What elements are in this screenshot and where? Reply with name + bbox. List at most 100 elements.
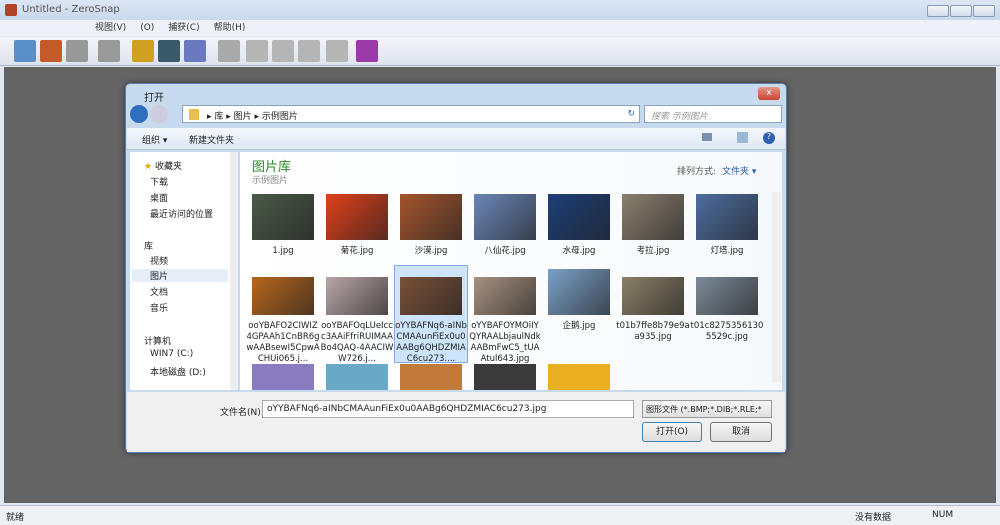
open-dialog: 打开 x ▸ 库 ▸ 图片 ▸ 示例图片 ↻ 搜索 示例图片 组织 ▾ 新建文件… xyxy=(125,83,787,453)
pencil-icon[interactable] xyxy=(132,40,154,62)
nav-scrollbar[interactable] xyxy=(230,152,238,390)
file-thumbnail xyxy=(326,277,388,315)
file-thumbnail xyxy=(252,277,314,315)
nav-pictures[interactable]: 图片 xyxy=(132,269,228,282)
window-titlebar: Untitled - ZeroSnap xyxy=(0,0,1000,20)
nav-libraries[interactable]: 库 xyxy=(144,239,153,252)
status-ready: 就绪 xyxy=(6,513,25,523)
nav-computer[interactable]: 计算机 xyxy=(144,334,171,347)
minimize-button[interactable] xyxy=(927,5,949,17)
file-name: ooYBAFOqLUeIccc3AAiFfriRUIMAABo4QAQ-4AAC… xyxy=(320,321,394,364)
maximize-button[interactable] xyxy=(950,5,972,17)
nav-downloads[interactable]: 下载 xyxy=(150,175,168,188)
arrow-icon[interactable] xyxy=(326,40,348,62)
command-bar: 组织 ▾ 新建文件夹 ? xyxy=(127,128,785,150)
window-title: Untitled - ZeroSnap xyxy=(22,4,120,15)
help-book-icon[interactable] xyxy=(356,40,378,62)
file-thumbnail xyxy=(696,194,758,240)
content-scrollbar[interactable] xyxy=(772,192,781,382)
breadcrumb-library[interactable]: 库 xyxy=(214,112,223,122)
new-folder-button[interactable]: 新建文件夹 xyxy=(189,133,234,146)
file-thumbnail xyxy=(252,364,314,390)
menu-view[interactable]: 视图(V) xyxy=(95,23,126,33)
file-thumbnail xyxy=(474,364,536,390)
file-name: 菊花.jpg xyxy=(340,246,374,256)
file-name: oYYBAFNq6-aINbCMAAunFiEx0u0AABg6QHDZMIAC… xyxy=(395,321,467,364)
flip-right-icon[interactable] xyxy=(272,40,294,62)
save-icon[interactable] xyxy=(40,40,62,62)
nav-music[interactable]: 音乐 xyxy=(150,301,168,314)
file-name: 水母.jpg xyxy=(562,246,596,256)
stack-icon[interactable] xyxy=(66,40,88,62)
filename-label: 文件名(N): xyxy=(220,408,264,418)
file-thumbnail xyxy=(474,277,536,315)
file-name: ooYBAFO2CIWIZ4GPAAh1CnBR6gwAABsewI5CpwAC… xyxy=(246,321,320,364)
file-name: 沙漠.jpg xyxy=(414,246,448,256)
breadcrumb-pictures[interactable]: 图片 xyxy=(234,112,252,122)
nav-favorites[interactable]: ★ 收藏夹 xyxy=(144,159,182,172)
rotate-icon[interactable] xyxy=(218,40,240,62)
toolbar xyxy=(0,37,1000,66)
file-name: 考拉.jpg xyxy=(636,246,670,256)
nav-d-drive[interactable]: 本地磁盘 (D:) xyxy=(150,365,206,378)
file-thumbnail xyxy=(622,194,684,240)
navigation-pane: ★ 收藏夹 下载 桌面 最近访问的位置 库 视频 图片 文档 音乐 计算机 WI… xyxy=(130,152,238,390)
menu-capture[interactable]: 捕获(C) xyxy=(168,23,199,33)
file-name: 1.jpg xyxy=(272,246,294,256)
sort-label: 排列方式: xyxy=(677,167,717,177)
status-num: NUM xyxy=(932,510,954,520)
file-name: oYYBAFOYMOiIYQYRAALbjaulNdkAABmFwC5_tUAA… xyxy=(469,321,541,364)
help-icon[interactable]: ? xyxy=(763,132,775,144)
filename-input[interactable]: oYYBAFNq6-aINbCMAAunFiEx0u0AABg6QHDZMIAC… xyxy=(262,400,634,418)
file-name: t01b7ffe8b79e9aa935.jpg xyxy=(616,321,690,342)
menu-help[interactable]: 帮助(H) xyxy=(214,23,246,33)
file-thumbnail xyxy=(548,269,610,315)
nav-c-drive[interactable]: WIN7 (C:) xyxy=(150,349,193,359)
back-icon[interactable] xyxy=(130,105,148,123)
window-capture-icon[interactable] xyxy=(184,40,206,62)
forward-icon[interactable] xyxy=(150,105,168,123)
cancel-button[interactable]: 取消 xyxy=(710,422,772,442)
file-thumbnail xyxy=(622,277,684,315)
flip-left-icon[interactable] xyxy=(246,40,268,62)
file-thumbnail xyxy=(252,194,314,240)
new-icon[interactable] xyxy=(14,40,36,62)
breadcrumb-sample[interactable]: 示例图片 xyxy=(262,112,298,122)
menu-bar: 视图(V) (O) 捕获(C) 帮助(H) xyxy=(0,20,1000,36)
file-thumbnail xyxy=(400,194,462,240)
file-thumbnail xyxy=(548,364,610,390)
sort-dropdown[interactable]: 文件夹 ▾ xyxy=(722,164,756,177)
file-thumbnail xyxy=(400,364,462,390)
app-icon xyxy=(5,4,17,16)
mirror-icon[interactable] xyxy=(298,40,320,62)
view-icon[interactable] xyxy=(702,133,712,141)
preview-pane-icon[interactable] xyxy=(737,132,748,143)
file-thumbnail xyxy=(326,194,388,240)
file-thumbnail xyxy=(326,364,388,390)
dialog-title: 打开 xyxy=(144,93,164,104)
file-thumbnail xyxy=(474,194,536,240)
monitor-icon[interactable] xyxy=(158,40,180,62)
dialog-close-button[interactable]: x xyxy=(758,87,780,100)
copy-icon[interactable] xyxy=(98,40,120,62)
refresh-icon[interactable]: ↻ xyxy=(627,109,635,119)
nav-videos[interactable]: 视频 xyxy=(150,254,168,267)
close-window-button[interactable] xyxy=(973,5,995,17)
file-thumbnail xyxy=(548,194,610,240)
organize-button[interactable]: 组织 ▾ xyxy=(142,133,167,146)
file-name: 企鹅.jpg xyxy=(562,321,596,331)
file-list: 图片库 示例图片 排列方式: 文件夹 ▾ 1.jpg 菊花.jpg 沙漠.jpg 八仙… xyxy=(240,152,782,390)
file-name: t01c82753561305529c.jpg xyxy=(690,321,764,342)
nav-desktop[interactable]: 桌面 xyxy=(150,191,168,204)
menu-options[interactable]: (O) xyxy=(140,23,154,33)
open-button[interactable]: 打开(O) xyxy=(642,422,702,442)
address-bar[interactable]: ▸ 库 ▸ 图片 ▸ 示例图片 ↻ xyxy=(182,105,640,123)
file-name: 灯塔.jpg xyxy=(710,246,744,256)
file-name: 八仙花.jpg xyxy=(484,246,526,256)
search-input[interactable]: 搜索 示例图片 xyxy=(644,105,782,123)
file-thumbnail xyxy=(400,277,462,315)
library-subtitle: 示例图片 xyxy=(252,176,289,186)
filetype-select[interactable]: 图形文件 (*.BMP;*.DIB;*.RLE;* xyxy=(642,400,772,418)
nav-recent[interactable]: 最近访问的位置 xyxy=(150,207,213,220)
nav-documents[interactable]: 文档 xyxy=(150,285,168,298)
